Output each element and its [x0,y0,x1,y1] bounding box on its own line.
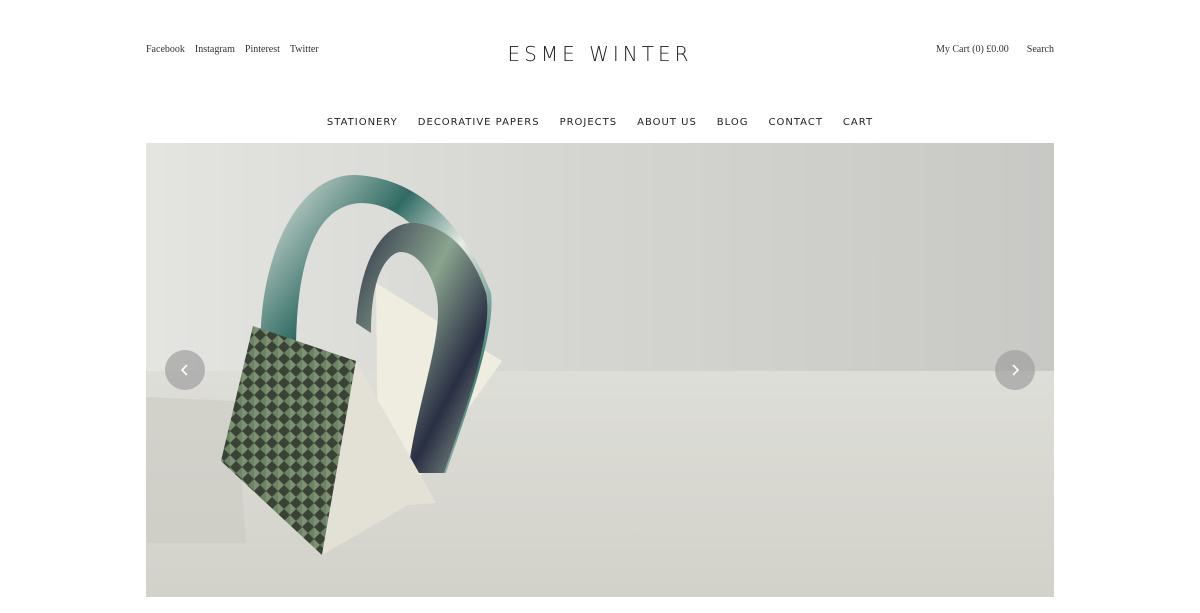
hero-image [146,143,1054,597]
chevron-right-icon [1012,364,1020,376]
main-nav: STATIONERY DECORATIVE PAPERS PROJECTS AB… [0,117,1200,128]
nav-item-projects[interactable]: PROJECTS [560,117,618,128]
nav-item-blog[interactable]: BLOG [717,117,749,128]
hero-slider [146,143,1054,597]
my-cart-link[interactable]: My Cart (0) £0.00 [936,44,1009,55]
chevron-left-icon [180,364,188,376]
slider-prev-button[interactable] [165,350,205,390]
nav-item-decorative-papers[interactable]: DECORATIVE PAPERS [418,117,540,128]
nav-item-about-us[interactable]: ABOUT US [637,117,697,128]
nav-item-cart[interactable]: CART [843,117,873,128]
search-link[interactable]: Search [1027,44,1054,55]
nav-item-contact[interactable]: CONTACT [769,117,823,128]
utility-links: My Cart (0) £0.00 Search [936,44,1054,55]
slider-next-button[interactable] [995,350,1035,390]
nav-item-stationery[interactable]: STATIONERY [327,117,398,128]
